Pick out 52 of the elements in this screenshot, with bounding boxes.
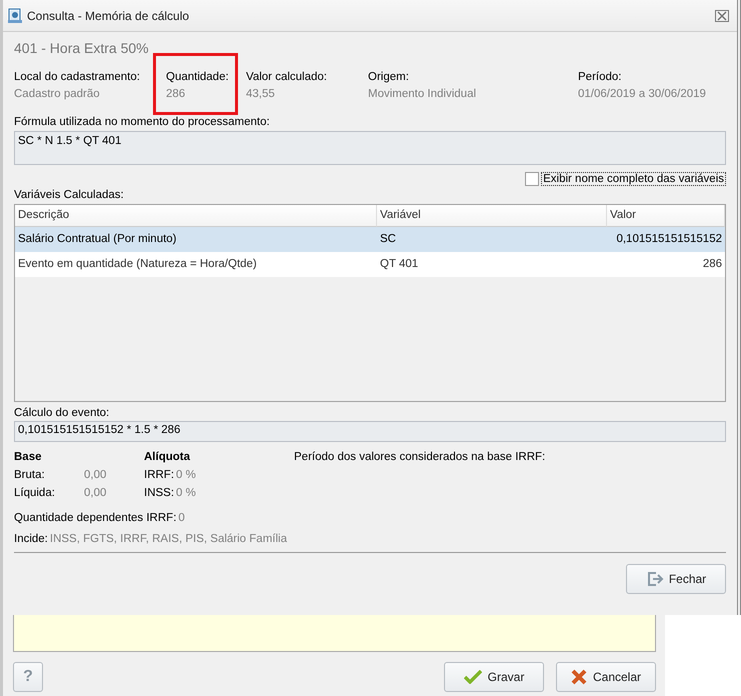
table-cell[interactable]: Evento em quantidade (Natureza = Hora/Qtde): [15, 252, 377, 277]
table-cell[interactable]: 0,101515151515152: [607, 227, 725, 252]
formula-label: Fórmula utilizada no momento do processamento:: [14, 116, 271, 128]
row-label: Bruta:: [14, 468, 46, 480]
section-label: Variáveis Calculadas:: [14, 189, 125, 201]
save-button[interactable]: Gravar: [444, 662, 544, 692]
column-header[interactable]: Valor: [607, 205, 725, 227]
group-heading: Base: [14, 450, 42, 464]
calculation-field[interactable]: 0,101515151515152 * 1.5 * 286: [14, 421, 726, 442]
checkbox[interactable]: [525, 172, 540, 186]
column-header[interactable]: Variável: [377, 205, 607, 227]
row-value: 0 %: [176, 486, 196, 498]
field-label: Local do cadastramento:: [14, 71, 141, 83]
field-label: Origem:: [368, 71, 410, 83]
field-value: INSS, FGTS, IRRF, RAIS, PIS, Salário Família: [50, 533, 287, 545]
field-value: 0: [178, 512, 185, 524]
field-label: Incide:: [14, 533, 48, 545]
row-value: 0,00: [84, 486, 106, 498]
notes-field[interactable]: [13, 615, 656, 652]
table-cell[interactable]: SC: [377, 227, 607, 252]
checkbox-label[interactable]: Exibir nome completo das variáveis: [541, 172, 726, 186]
field-label: Quantidade:: [166, 71, 230, 83]
close-button[interactable]: Fechar: [626, 564, 726, 594]
row-label: Líquida:: [14, 486, 56, 498]
section-label: Cálculo do evento:: [14, 407, 110, 419]
row-label: INSS:: [144, 486, 174, 498]
table-cell[interactable]: QT 401: [377, 252, 607, 277]
field-value: 286: [166, 88, 186, 100]
close-icon[interactable]: [715, 10, 729, 22]
column-header[interactable]: Descrição: [15, 205, 377, 227]
group-heading: Alíquota: [144, 450, 191, 464]
field-label: Quantidade dependentes IRRF:: [14, 512, 176, 524]
event-title: 401 - Hora Extra 50%: [14, 40, 150, 56]
app-icon: [7, 8, 23, 24]
field-value: 43,55: [246, 88, 276, 100]
cancel-button[interactable]: Cancelar: [556, 662, 656, 692]
table-cell[interactable]: 286: [607, 252, 725, 277]
check-icon: [464, 670, 482, 684]
window-title: Consulta - Memória de cálculo: [27, 8, 190, 22]
row-value: 0,00: [84, 468, 106, 480]
field-label: Período:: [578, 71, 622, 83]
period-label: Período dos valores considerados na base IRRF:: [294, 450, 546, 464]
field-value: Cadastro padrão: [14, 88, 101, 100]
exit-icon: [646, 570, 664, 588]
table-cell[interactable]: Salário Contratual (Por minuto): [15, 227, 377, 252]
row-value: 0 %: [176, 468, 196, 480]
close-icon: [570, 669, 587, 685]
row-label: IRRF:: [144, 468, 174, 480]
formula-field[interactable]: SC * N 1.5 * QT 401: [14, 131, 726, 165]
field-label: Valor calculado:: [246, 71, 328, 83]
field-value: Movimento Individual: [368, 88, 478, 100]
field-value: 01/06/2019 a 30/06/2019: [578, 88, 707, 100]
